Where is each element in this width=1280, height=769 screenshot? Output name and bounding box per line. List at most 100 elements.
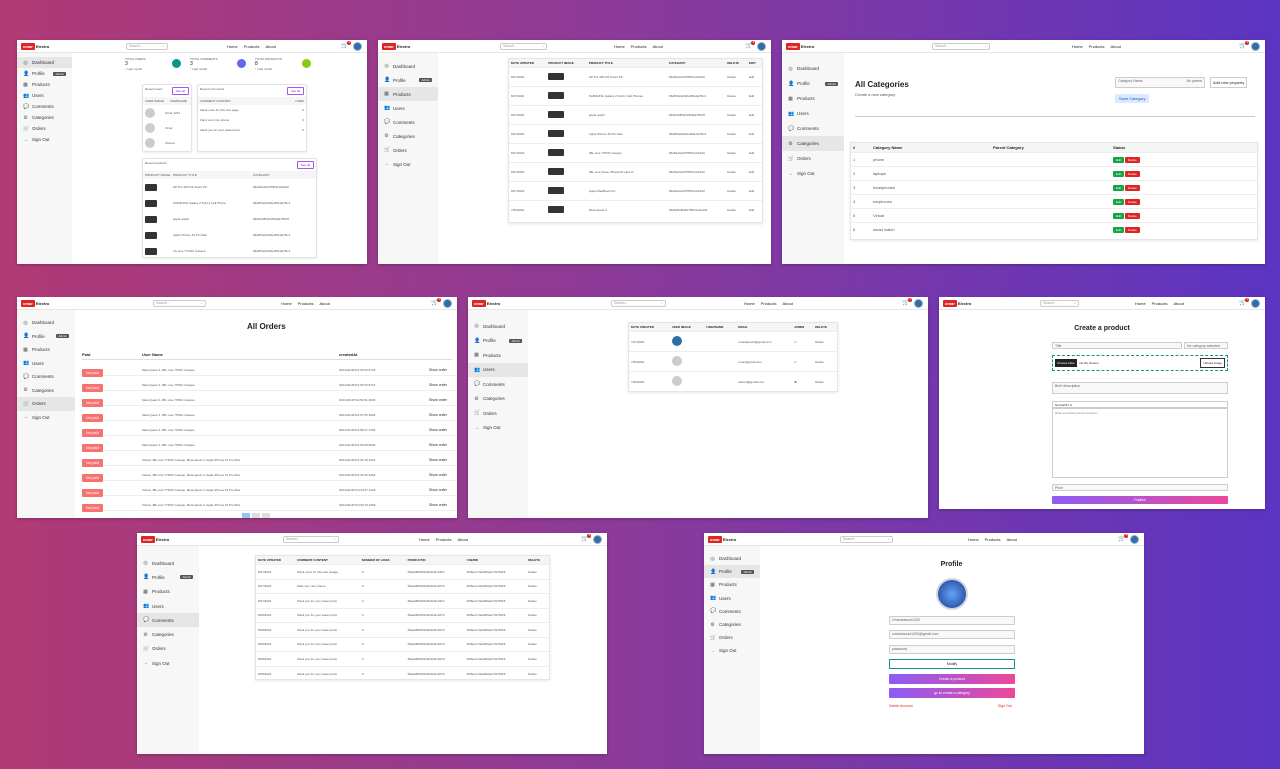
show-order-link[interactable]: Show order xyxy=(429,473,456,477)
sidebar-item-comments[interactable]: 💬 Comments xyxy=(782,121,844,136)
sidebar-item-comments[interactable]: 💬 Comments xyxy=(17,370,75,384)
edit-button[interactable]: Edit xyxy=(1113,156,1125,163)
sidebar-item-signout[interactable]: → Sign Out xyxy=(468,421,528,436)
search-input[interactable]: Search... ⌕ xyxy=(840,535,893,543)
delete-button[interactable]: Delete xyxy=(1125,170,1140,177)
delete-button[interactable]: Delete xyxy=(526,622,549,637)
rich-text-editor[interactable]: Write something about invitation xyxy=(1052,408,1228,478)
nav-home-link[interactable]: Home xyxy=(1135,301,1146,306)
search-input[interactable]: Search... ⌕ xyxy=(500,42,547,50)
show-order-link[interactable]: Show order xyxy=(429,503,456,507)
sidebar-item-categories[interactable]: ⚙ Categories xyxy=(378,129,438,143)
sidebar-item-users[interactable]: 👥 Users xyxy=(17,90,72,101)
sidebar-item-comments[interactable]: 💬 Comments xyxy=(17,101,72,112)
sidebar-item-categories[interactable]: ⚙ Categories xyxy=(704,618,760,631)
nav-products-link[interactable]: Products xyxy=(761,301,777,306)
edit-button[interactable]: Edit xyxy=(1113,212,1125,219)
show-order-link[interactable]: Show order xyxy=(429,458,456,462)
delete-button[interactable]: Delete xyxy=(725,181,748,201)
parent-select[interactable]: No parent xyxy=(1187,79,1202,83)
search-input[interactable]: Search... ⌕ xyxy=(153,299,206,307)
sidebar-item-profile[interactable]: 👤 Profile Admin xyxy=(17,68,72,79)
text-style-select[interactable]: Normal xyxy=(1055,403,1065,407)
brand-logo[interactable]: omar Electro xyxy=(21,299,49,307)
show-order-link[interactable]: Show order xyxy=(429,368,456,372)
see-all-button[interactable]: See all xyxy=(296,161,314,169)
avatar[interactable] xyxy=(1251,299,1260,308)
nav-home-link[interactable]: Home xyxy=(968,537,979,542)
nav-home-link[interactable]: Home xyxy=(419,537,430,542)
delete-button[interactable]: Delete xyxy=(725,162,748,182)
cart-icon[interactable]: 🛒 0 xyxy=(581,534,592,542)
delete-button[interactable]: Delete xyxy=(725,143,748,163)
search-input[interactable]: Search... ⌕ xyxy=(1040,299,1079,307)
sidebar-item-comments[interactable]: 💬 Comments xyxy=(378,115,438,129)
sidebar-item-signout[interactable]: → Sign Out xyxy=(782,166,844,181)
sidebar-item-categories[interactable]: ⚙ Categories xyxy=(17,384,75,398)
choose-files-button[interactable]: Choose Files xyxy=(1055,359,1077,367)
sidebar-item-comments[interactable]: 💬 Comments xyxy=(137,613,199,628)
delete-button[interactable]: Delete xyxy=(725,67,748,87)
sidebar-item-users[interactable]: 👥 Users xyxy=(137,599,199,613)
search-input[interactable]: Search... ⌕ xyxy=(283,535,339,543)
delete-button[interactable]: Delete xyxy=(526,593,549,608)
show-order-link[interactable]: Show order xyxy=(429,443,456,447)
save-category-button[interactable]: Save Category xyxy=(1115,94,1150,103)
delete-button[interactable]: Delete xyxy=(1125,198,1140,205)
profile-avatar[interactable] xyxy=(936,578,968,610)
edit-button[interactable]: Edit xyxy=(1113,226,1125,233)
edit-button[interactable]: Edit xyxy=(747,86,762,106)
upload-image-button[interactable]: Upload image xyxy=(1200,358,1225,368)
delete-button[interactable]: Delete xyxy=(813,351,837,372)
sidebar-item-dashboard[interactable]: ◎ Dashboard xyxy=(137,556,199,570)
sidebar-item-signout[interactable]: → Sign Out xyxy=(137,656,199,670)
sidebar-item-categories[interactable]: ⚙ Categories xyxy=(468,392,528,407)
show-order-link[interactable]: Show order xyxy=(429,428,456,432)
sidebar-item-profile[interactable]: 👤 Profile Admin xyxy=(17,330,75,344)
nav-about-link[interactable]: About xyxy=(652,44,662,49)
search-input[interactable]: Search... ⌕ xyxy=(932,42,990,50)
sidebar-item-signout[interactable]: → Sign Out xyxy=(17,134,72,145)
avatar[interactable] xyxy=(353,42,362,51)
password-input[interactable]: password xyxy=(889,645,1015,654)
underline-icon[interactable]: U xyxy=(1070,403,1072,407)
sidebar-item-signout[interactable]: → Sign Out xyxy=(17,411,75,425)
sidebar-item-profile[interactable]: 👤 Profile Admin xyxy=(378,73,438,87)
edit-button[interactable]: Edit xyxy=(747,181,762,201)
edit-button[interactable]: Edit xyxy=(747,105,762,125)
delete-button[interactable]: Delete xyxy=(526,578,549,594)
sidebar-item-products[interactable]: ▦ Products xyxy=(704,578,760,591)
sidebar-item-orders[interactable]: 🛒 Orders xyxy=(137,642,199,656)
show-order-link[interactable]: Show order xyxy=(429,383,456,387)
delete-button[interactable]: Delete xyxy=(813,331,837,352)
show-order-link[interactable]: Show order xyxy=(429,488,456,492)
edit-button[interactable]: Edit xyxy=(747,143,762,163)
brand-logo[interactable]: omar Electro xyxy=(382,42,410,50)
sidebar-item-dashboard[interactable]: ◎ Dashboard xyxy=(378,59,438,73)
title-input[interactable]: Title xyxy=(1052,342,1182,349)
avatar[interactable] xyxy=(757,42,766,51)
show-order-link[interactable]: Show order xyxy=(429,413,456,417)
cart-icon[interactable]: 🛒 0 xyxy=(902,298,913,306)
nav-products-link[interactable]: Products xyxy=(631,44,647,49)
sidebar-item-comments[interactable]: 💬 Comments xyxy=(704,605,760,618)
sidebar-item-dashboard[interactable]: ◎ Dashboard xyxy=(17,316,75,330)
brand-logo[interactable]: omar Electro xyxy=(472,299,500,307)
nav-about-link[interactable]: About xyxy=(1006,537,1016,542)
add-property-button[interactable]: Add new property xyxy=(1210,77,1248,88)
page-button[interactable] xyxy=(252,513,260,518)
sidebar-item-orders[interactable]: 🛒 Orders xyxy=(468,406,528,421)
brand-logo[interactable]: omar Electro xyxy=(943,299,971,307)
email-input[interactable]: omarlaaouni1200@gmail.com xyxy=(889,630,1015,639)
edit-button[interactable]: Edit xyxy=(747,162,762,182)
sidebar-item-categories[interactable]: ⚙ Categories xyxy=(137,627,199,641)
edit-button[interactable]: Edit xyxy=(747,67,762,87)
sidebar-item-products[interactable]: ▦ Products xyxy=(137,585,199,599)
sidebar-item-products[interactable]: ▦ Products xyxy=(782,91,844,106)
category-select[interactable]: No category selected xyxy=(1184,342,1228,349)
delete-button[interactable]: Delete xyxy=(1125,212,1140,219)
delete-button[interactable]: Delete xyxy=(725,86,748,106)
nav-about-link[interactable]: About xyxy=(265,44,275,49)
nav-home-link[interactable]: Home xyxy=(281,301,292,306)
cart-icon[interactable]: 🛒 0 xyxy=(431,298,442,306)
